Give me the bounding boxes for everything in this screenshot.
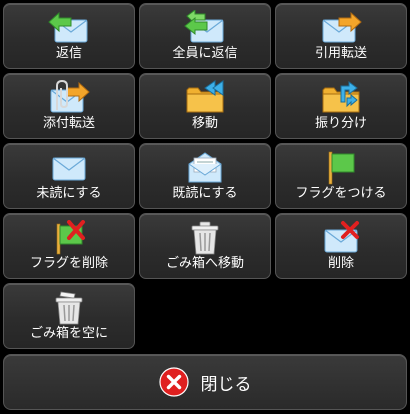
reply-button[interactable]: 返信 <box>3 3 135 69</box>
move-button[interactable]: 移動 <box>139 73 271 139</box>
forward-attachment-label: 添付転送 <box>42 116 95 131</box>
forward-mail-icon <box>319 10 363 46</box>
flag-label: フラグをつける <box>295 186 387 201</box>
mark-unread-button[interactable]: 未読にする <box>3 143 135 209</box>
close-icon <box>158 367 189 397</box>
delete-button[interactable]: 削除 <box>275 213 407 279</box>
flag-icon <box>319 150 363 186</box>
reply-all-label: 全員に返信 <box>172 46 238 61</box>
forward-label: 引用転送 <box>314 46 367 61</box>
empty-trash-icon <box>47 290 91 326</box>
empty-trash-label: ごみ箱を空に <box>29 326 108 341</box>
sort-folder-icon <box>319 80 363 116</box>
move-label: 移動 <box>191 116 218 131</box>
empty-trash-button[interactable]: ごみ箱を空に <box>3 283 135 349</box>
forward-attachment-icon <box>47 80 91 116</box>
unflag-label: フラグを削除 <box>29 256 108 271</box>
move-to-trash-button[interactable]: ごみ箱へ移動 <box>139 213 271 279</box>
flag-button[interactable]: フラグをつける <box>275 143 407 209</box>
reply-mail-icon <box>47 10 91 46</box>
reply-label: 返信 <box>55 46 82 61</box>
delete-label: 削除 <box>327 256 354 271</box>
close-button[interactable]: 閉じる <box>3 354 407 410</box>
read-mail-icon <box>183 150 227 186</box>
trash-icon <box>183 220 227 256</box>
close-label: 閉じる <box>200 374 252 395</box>
unread-mail-icon <box>47 150 91 186</box>
mark-read-button[interactable]: 既読にする <box>139 143 271 209</box>
forward-button[interactable]: 引用転送 <box>275 3 407 69</box>
flag-remove-icon <box>47 220 91 256</box>
forward-attachment-button[interactable]: 添付転送 <box>3 73 135 139</box>
reply-all-mail-icon <box>183 10 227 46</box>
mark-unread-label: 未読にする <box>36 186 102 201</box>
unflag-button[interactable]: フラグを削除 <box>3 213 135 279</box>
move-folder-icon <box>183 80 227 116</box>
delete-mail-icon <box>319 220 363 256</box>
mark-read-label: 既読にする <box>172 186 238 201</box>
sort-button[interactable]: 振り分け <box>275 73 407 139</box>
reply-all-button[interactable]: 全員に返信 <box>139 3 271 69</box>
move-to-trash-label: ごみ箱へ移動 <box>165 256 244 271</box>
sort-label: 振り分け <box>314 116 367 131</box>
